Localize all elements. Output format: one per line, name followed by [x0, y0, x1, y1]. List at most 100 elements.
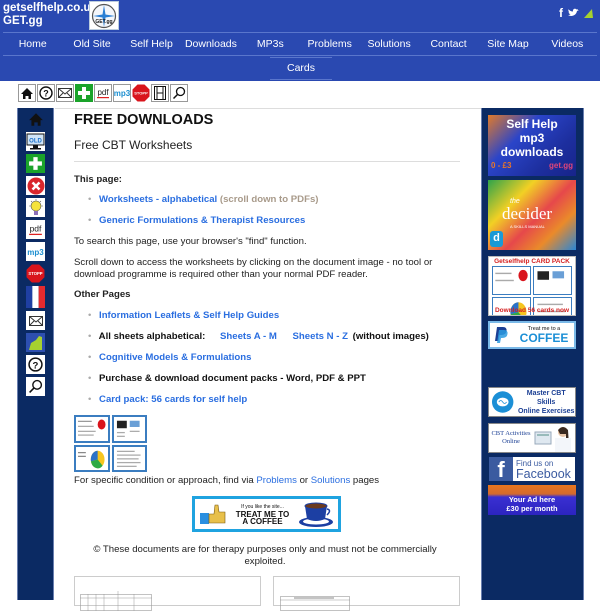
nav-contact[interactable]: Contact: [419, 33, 478, 55]
problems-link[interactable]: Problems: [256, 475, 297, 486]
copyright-notice: © These documents are for therapy purpos…: [93, 544, 437, 567]
facebook-ad-text: Find us on Facebook: [513, 459, 571, 481]
sheets-n-z-link[interactable]: Sheets N - Z: [293, 331, 348, 342]
site-brand[interactable]: getselfhelp.co.uk GET.gg: [3, 2, 97, 28]
svg-text:pdf: pdf: [97, 88, 109, 97]
site-logo[interactable]: GET.gg: [89, 1, 119, 30]
info-leaflets-link[interactable]: Information Leaflets & Self Help Guides: [99, 310, 279, 321]
svg-text:?: ?: [33, 360, 39, 371]
other-pages-label: Other Pages: [74, 289, 131, 300]
worksheets-alphabetical-link[interactable]: Worksheets - alphabetical: [99, 194, 217, 205]
cognitive-models-link[interactable]: Cognitive Models & Formulations: [99, 352, 251, 363]
brain-icon: [491, 391, 514, 413]
pdf-icon: pdf: [97, 88, 109, 99]
nav-cards[interactable]: Cards: [270, 58, 332, 79]
search-tip: To search this page, use your browser's …: [74, 236, 307, 247]
master-cbt-ad-line1: Master CBT Skills: [526, 389, 566, 406]
worksheet-thumbnail[interactable]: [273, 576, 460, 611]
sidebar-mail-button[interactable]: [26, 311, 45, 330]
sidebar-solutions-button[interactable]: [26, 198, 45, 217]
compass-logo-icon: GET.gg: [91, 3, 117, 28]
card-pack-ad[interactable]: Getselfhelp CARD PACK Download 56 cards …: [488, 256, 576, 316]
paypal-ad-big: COFFEE: [519, 331, 569, 345]
mail-icon: [28, 315, 43, 326]
nav-solutions[interactable]: Solutions: [359, 33, 418, 55]
sidebar-french-button[interactable]: [26, 286, 45, 308]
nav-downloads[interactable]: Downloads: [181, 33, 240, 55]
without-images-note: (without images): [352, 331, 429, 342]
sidebar-search-button[interactable]: [26, 377, 45, 396]
card-thumbnail: [74, 444, 110, 473]
getgg-icon[interactable]: [583, 8, 594, 19]
nav-old-site[interactable]: Old Site: [62, 33, 121, 55]
generic-formulations-link[interactable]: Generic Formulations & Therapist Resourc…: [99, 215, 305, 226]
toolbar-mail-button[interactable]: [56, 84, 74, 102]
list-item: Worksheets - alphabetical (scroll down t…: [88, 194, 319, 206]
nav-home[interactable]: Home: [3, 33, 62, 55]
worksheet-thumbnail[interactable]: [74, 576, 261, 611]
toolbar-mp3-button[interactable]: mp3: [113, 84, 131, 102]
site-short-name[interactable]: GET.gg: [3, 15, 97, 28]
sidebar-help-button[interactable]: ?: [26, 355, 45, 374]
master-cbt-skills-ad[interactable]: Master CBT Skills Online Exercises: [488, 387, 576, 417]
nav-row-2: Cards: [270, 58, 332, 79]
cbt-activities-ad[interactable]: CBT Activities Online: [488, 423, 576, 453]
toolbar-video-button[interactable]: [151, 84, 169, 102]
site-header: getselfhelp.co.uk GET.gg GET.gg f Home O…: [0, 0, 600, 81]
mail-icon: [58, 88, 72, 98]
decider-logo-icon: d: [490, 231, 503, 247]
paypal-icon: [495, 327, 508, 343]
sidebar-stop-button[interactable]: STOPP: [26, 264, 45, 283]
nav-site-map[interactable]: Site Map: [478, 33, 537, 55]
sidebar-problems-button[interactable]: [26, 176, 45, 195]
sidebar-first-aid-button[interactable]: [26, 154, 45, 173]
svg-text:STOPP: STOPP: [28, 271, 42, 276]
scroll-note: (scroll down to PDFs): [219, 194, 319, 205]
site-name[interactable]: getselfhelp.co.uk: [3, 2, 97, 15]
left-sidebar: OLD pdf mp3 STOPP ?: [17, 108, 54, 600]
card-pack-image[interactable]: [74, 415, 147, 473]
coffee-banner-line2: A COFFEE: [242, 516, 283, 526]
facebook-ad[interactable]: f Find us on Facebook: [489, 457, 575, 481]
twitter-icon[interactable]: [567, 8, 579, 18]
stop-icon: STOPP: [26, 264, 45, 283]
solutions-link[interactable]: Solutions: [311, 475, 350, 486]
sidebar-mp3-button[interactable]: mp3: [26, 242, 45, 261]
card-thumbnail: [111, 444, 147, 473]
mp3-ad-line1: Self Help: [506, 117, 558, 131]
nav-mp3s[interactable]: MP3s: [241, 33, 300, 55]
sidebar-getgg-button[interactable]: [26, 333, 45, 352]
this-page-label: This page:: [74, 174, 122, 185]
coffee-banner-text: If you like the site... TREAT ME TO A CO…: [236, 504, 289, 526]
toolbar-pdf-button[interactable]: pdf: [94, 84, 112, 102]
sidebar-home-button[interactable]: [26, 110, 45, 129]
paypal-coffee-ad[interactable]: Treat me to a COFFEE: [488, 321, 576, 349]
sidebar-old-site-button[interactable]: OLD: [26, 132, 45, 151]
facebook-ad-line2: Facebook: [516, 467, 571, 481]
toolbar-stop-button[interactable]: STOPP: [132, 84, 150, 102]
home-icon: [21, 87, 33, 99]
sidebar-pdf-button[interactable]: pdf: [26, 220, 45, 239]
nav-videos[interactable]: Videos: [538, 33, 597, 55]
card-pack-link[interactable]: Card pack: 56 cards for self help: [99, 394, 247, 405]
list-item: Cognitive Models & Formulations: [88, 352, 251, 364]
list-item: Generic Formulations & Therapist Resourc…: [88, 215, 305, 227]
mp3-downloads-ad[interactable]: Self Help mp3 downloads 0 - £3 get.gg: [488, 115, 576, 176]
find-via-prefix: For specific condition or approach, find…: [74, 475, 257, 486]
nav-problems[interactable]: Problems: [300, 33, 359, 55]
decider-ad[interactable]: the decider A SKILLS MANUAL d: [488, 180, 576, 250]
facebook-icon[interactable]: f: [559, 6, 563, 20]
toolbar-help-button[interactable]: ?: [37, 84, 55, 102]
toolbar-search-button[interactable]: [170, 84, 188, 102]
card-stop-icon: [77, 419, 106, 436]
sheets-a-m-link[interactable]: Sheets A - M: [220, 331, 277, 342]
your-ad-here-ad[interactable]: Your Ad here £30 per month: [488, 485, 576, 515]
toolbar-first-aid-button[interactable]: [75, 84, 93, 102]
nav-divider: [3, 55, 597, 56]
toolbar-home-button[interactable]: [18, 84, 36, 102]
treat-me-coffee-banner[interactable]: If you like the site... TREAT ME TO A CO…: [192, 496, 341, 532]
mp3-icon: mp3: [114, 89, 130, 98]
svg-text:OLD: OLD: [29, 139, 42, 145]
purchase-packs-text[interactable]: Purchase & download document packs - Wor…: [99, 373, 366, 384]
nav-self-help[interactable]: Self Help: [122, 33, 181, 55]
